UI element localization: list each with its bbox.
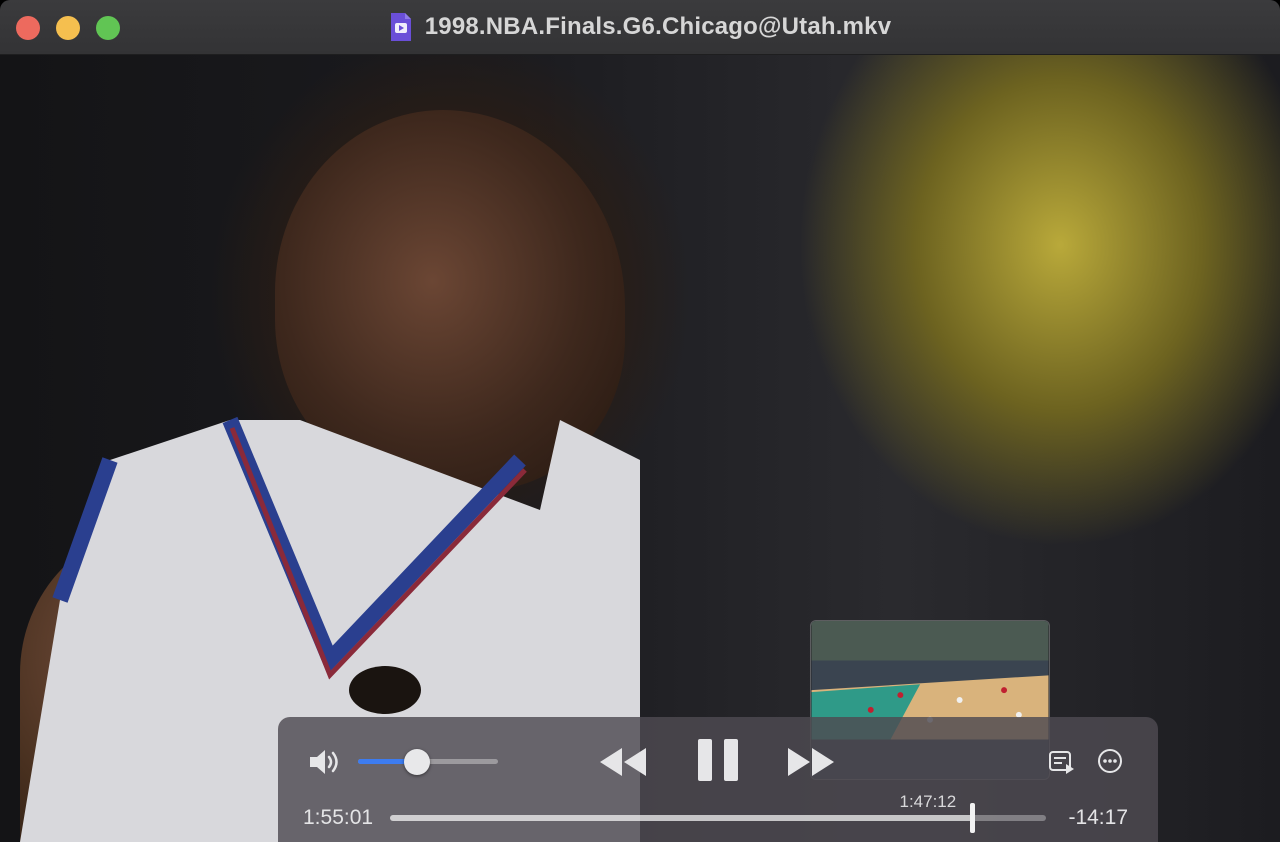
playback-controls-bar: 1:55:01 1:47:12 -14:17 xyxy=(278,717,1158,842)
playlist-icon[interactable] xyxy=(1048,749,1076,777)
seek-hover-marker[interactable] xyxy=(969,803,975,833)
volume-slider[interactable] xyxy=(358,749,498,775)
title-group: 1998.NBA.Finals.G6.Chicago@Utah.mkv xyxy=(389,12,892,42)
pause-icon[interactable] xyxy=(696,737,740,783)
more-options-icon[interactable] xyxy=(1096,747,1124,775)
volume-slider-knob[interactable] xyxy=(403,749,430,775)
seek-bar[interactable] xyxy=(390,803,1046,833)
seek-bar-fill xyxy=(390,815,974,821)
remaining-time: -14:17 xyxy=(1068,806,1128,829)
video-file-icon xyxy=(390,13,411,41)
rewind-icon[interactable] xyxy=(598,745,648,779)
minimize-button[interactable] xyxy=(56,16,80,40)
window-controls xyxy=(16,16,120,40)
seek-hover-time: 1:47:12 xyxy=(899,792,957,811)
title-bar[interactable]: 1998.NBA.Finals.G6.Chicago@Utah.mkv xyxy=(0,0,1280,55)
current-time: 1:55:01 xyxy=(303,806,374,829)
close-button[interactable] xyxy=(16,16,40,40)
window-title: 1998.NBA.Finals.G6.Chicago@Utah.mkv xyxy=(424,13,892,40)
fast-forward-icon[interactable] xyxy=(786,745,836,779)
player-window: 1998.NBA.Finals.G6.Chicago@Utah.mkv 1:55… xyxy=(0,0,1280,842)
zoom-button[interactable] xyxy=(96,16,120,40)
speaker-icon[interactable] xyxy=(308,747,344,777)
